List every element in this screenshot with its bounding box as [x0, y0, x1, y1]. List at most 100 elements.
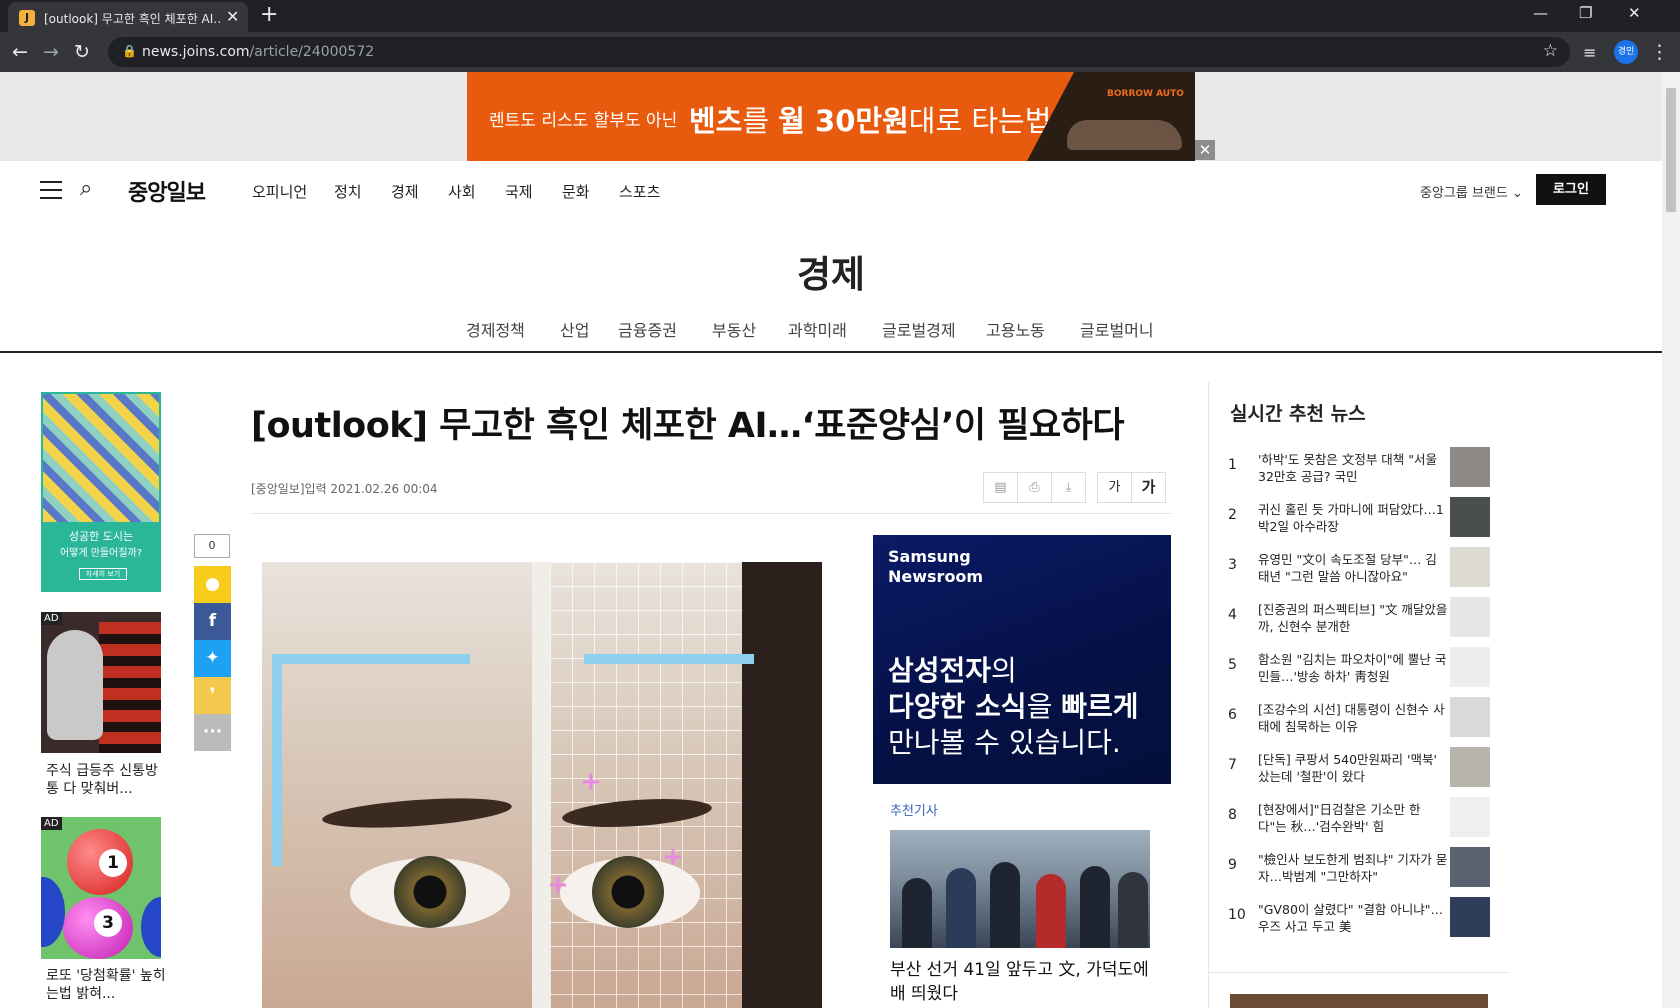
scrollbar-thumb[interactable]	[1666, 88, 1676, 212]
subnav-item[interactable]: 산업	[560, 317, 589, 341]
section-subnav: 경제정책 산업 금융증권 부동산 과학미래 글로벌경제 고용노동 글로벌머니	[0, 317, 1662, 341]
left-ad-stock[interactable]: AD	[41, 612, 161, 753]
subnav-item[interactable]: 글로벌경제	[882, 317, 956, 341]
left-ad-stock-caption[interactable]: 주식 급등주 신통방통 다 맞춰버...	[46, 762, 166, 798]
ad-close-icon[interactable]: ✕	[1195, 140, 1215, 160]
pdf-icon[interactable]: ▤	[983, 472, 1018, 503]
detection-frame-left	[272, 654, 470, 866]
rail-thumbnail[interactable]	[1450, 697, 1490, 737]
maximize-icon[interactable]: ❐	[1579, 4, 1592, 22]
left-ad-lotto[interactable]: 1 3 AD	[41, 817, 161, 959]
nav-item-society[interactable]: 사회	[448, 181, 476, 202]
search-icon[interactable]: ⌕	[80, 176, 92, 201]
rail-item[interactable]: 9 "檢인사 보도한게 범죄냐" 기자가 묻자…박범계 "그만하자"	[1228, 847, 1490, 891]
rail-item[interactable]: 2 귀신 홀린 듯 가마니에 퍼담았다…1박2일 아수라장	[1228, 497, 1490, 541]
rail-headline[interactable]: [현장에서]"日검찰은 기소만 한다"는 秋…'검수완박' 힘	[1258, 801, 1448, 835]
media-queue-icon[interactable]: ≡	[1583, 43, 1596, 62]
photo-person	[1080, 866, 1110, 948]
rail-thumbnail[interactable]	[1450, 497, 1490, 537]
site-logo[interactable]: 중앙일보	[128, 175, 206, 207]
rail-headline[interactable]: 함소원 "김치는 파오차이"에 뿔난 국민들…'방송 하차' 靑청원	[1258, 651, 1448, 685]
font-smaller-button[interactable]: 가	[1097, 472, 1132, 503]
samsung-newsroom-ad[interactable]: Samsung Newsroom 삼성전자의 다양한 소식을 빠르게 만나볼 수 …	[873, 535, 1171, 784]
minimize-icon[interactable]: —	[1533, 4, 1548, 22]
page-scrollbar[interactable]	[1662, 72, 1680, 1008]
omnibox[interactable]: 🔒 news.joins.com/article/24000572 ☆	[108, 37, 1570, 67]
rail-headline[interactable]: "GV80이 살렸다" "결함 아니냐"…우즈 사고 두고 美	[1258, 901, 1448, 935]
rail-headline[interactable]: "檢인사 보도한게 범죄냐" 기자가 묻자…박범계 "그만하자"	[1258, 851, 1448, 885]
menu-dots-icon[interactable]: ⋮	[1650, 41, 1669, 63]
window-close-icon[interactable]: ✕	[1628, 4, 1641, 22]
back-icon[interactable]: ←	[12, 41, 28, 63]
font-larger-button[interactable]: 가	[1131, 472, 1166, 503]
login-button[interactable]: 로그인	[1536, 174, 1606, 205]
facebook-share-icon[interactable]: f	[194, 603, 231, 640]
browser-tab[interactable]: J [outlook] 무고한 흑인 체포한 AI… ✕	[8, 2, 248, 32]
lock-icon: 🔒	[122, 44, 137, 58]
subnav-item[interactable]: 과학미래	[788, 317, 847, 341]
nav-item-sports[interactable]: 스포츠	[619, 181, 660, 202]
rail-thumbnail[interactable]	[1450, 447, 1490, 487]
tab-title: [outlook] 무고한 흑인 체포한 AI…	[44, 12, 222, 26]
nav-item-politics[interactable]: 정치	[334, 181, 362, 202]
rail-thumbnail[interactable]	[1450, 647, 1490, 687]
rail-thumbnail[interactable]	[1450, 797, 1490, 837]
left-ad-city[interactable]: 성공한 도시는 어떻게 만들어질까? 자세히 보기	[41, 392, 161, 592]
rail-thumbnail[interactable]	[1450, 747, 1490, 787]
subnav-item[interactable]: 금융증권	[618, 317, 677, 341]
nav-item-international[interactable]: 국제	[505, 181, 533, 202]
more-share-icon[interactable]: ···	[194, 714, 231, 751]
ad-headline: 벤츠를 월 30만원대로 타는법	[689, 98, 1051, 140]
recommended-title[interactable]: 부산 선거 41일 앞두고 文, 가덕도에 배 띄웠다	[890, 958, 1160, 1006]
rail-headline[interactable]: '하박'도 못참은 文정부 대책 "서울 32만호 공급? 국민	[1258, 451, 1448, 485]
rail-item[interactable]: 7 [단독] 쿠팡서 540만원짜리 '맥북' 샀는데 '철판'이 왔다	[1228, 747, 1490, 791]
forward-icon[interactable]: →	[43, 41, 59, 63]
rail-headline[interactable]: 귀신 홀린 듯 가마니에 퍼담았다…1박2일 아수라장	[1258, 501, 1448, 535]
rail-thumbnail[interactable]	[1450, 897, 1490, 937]
download-icon[interactable]: ⤓	[1051, 472, 1086, 503]
group-brands-dropdown[interactable]: 중앙그룹 브랜드 ⌄	[1420, 182, 1523, 201]
rail-headline[interactable]: 유영민 "文이 속도조절 당부"… 김태년 "그런 말씀 아니잖아요"	[1258, 551, 1448, 585]
recommended-photo[interactable]	[890, 830, 1150, 948]
rail-headline[interactable]: [진중권의 퍼스펙티브] "文 깨달았을까, 신현수 분개한	[1258, 601, 1448, 635]
rail-next-ad[interactable]	[1230, 994, 1488, 1008]
subnav-item[interactable]: 부동산	[712, 317, 756, 341]
rail-headline[interactable]: [조강수의 시선] 대통령이 신현수 사태에 침묵하는 이유	[1258, 701, 1448, 735]
rail-thumbnail[interactable]	[1450, 547, 1490, 587]
rail-thumbnail[interactable]	[1450, 847, 1490, 887]
rail-item[interactable]: 6 [조강수의 시선] 대통령이 신현수 사태에 침묵하는 이유	[1228, 697, 1490, 741]
city-illustration	[43, 394, 159, 522]
top-banner-ad[interactable]: 렌트도 리스도 할부도 아닌 벤츠를 월 30만원대로 타는법 BORROW A…	[467, 72, 1195, 161]
print-icon[interactable]: ⎙	[1017, 472, 1052, 503]
rail-item[interactable]: 3 유영민 "文이 속도조절 당부"… 김태년 "그런 말씀 아니잖아요"	[1228, 547, 1490, 591]
hamburger-menu-icon[interactable]	[40, 181, 62, 199]
ad-brand: BORROW AUTO	[1107, 89, 1184, 99]
left-ad-button[interactable]: 자세히 보기	[79, 568, 127, 580]
kakaotalk-share-icon[interactable]: ●	[194, 566, 231, 603]
kakaostory-share-icon[interactable]: ❜	[194, 677, 231, 714]
rail-rank: 4	[1228, 607, 1237, 623]
left-ad-lotto-caption[interactable]: 로또 '당첨확률' 높히는법 밝혀...	[46, 967, 166, 1003]
rail-headline[interactable]: [단독] 쿠팡서 540만원짜리 '맥북' 샀는데 '철판'이 왔다	[1258, 751, 1448, 785]
twitter-share-icon[interactable]: ✦	[194, 640, 231, 677]
profile-avatar[interactable]: 경민	[1614, 40, 1638, 64]
rail-item[interactable]: 1 '하박'도 못참은 文정부 대책 "서울 32만호 공급? 국민	[1228, 447, 1490, 491]
subnav-item[interactable]: 경제정책	[466, 317, 525, 341]
rail-item[interactable]: 5 함소원 "김치는 파오차이"에 뿔난 국민들…'방송 하차' 靑청원	[1228, 647, 1490, 691]
nav-item-economy[interactable]: 경제	[391, 181, 419, 202]
rail-item[interactable]: 8 [현장에서]"日검찰은 기소만 한다"는 秋…'검수완박' 힘	[1228, 797, 1490, 841]
bookmark-star-icon[interactable]: ☆	[1543, 41, 1558, 61]
landmark-marker: +	[547, 870, 569, 900]
subnav-item[interactable]: 글로벌머니	[1080, 317, 1154, 341]
new-tab-icon[interactable]: +	[260, 2, 278, 27]
favicon-icon: J	[19, 10, 35, 26]
nav-item-opinion[interactable]: 오피니언	[252, 181, 307, 202]
reload-icon[interactable]: ↻	[74, 41, 90, 63]
rail-bottom-divider	[1208, 972, 1508, 973]
nav-item-culture[interactable]: 문화	[562, 181, 590, 202]
close-tab-icon[interactable]: ✕	[226, 7, 239, 26]
subnav-item[interactable]: 고용노동	[986, 317, 1045, 341]
rail-item[interactable]: 10 "GV80이 살렸다" "결함 아니냐"…우즈 사고 두고 美	[1228, 897, 1490, 941]
rail-thumbnail[interactable]	[1450, 597, 1490, 637]
rail-item[interactable]: 4 [진중권의 퍼스펙티브] "文 깨달았을까, 신현수 분개한	[1228, 597, 1490, 641]
